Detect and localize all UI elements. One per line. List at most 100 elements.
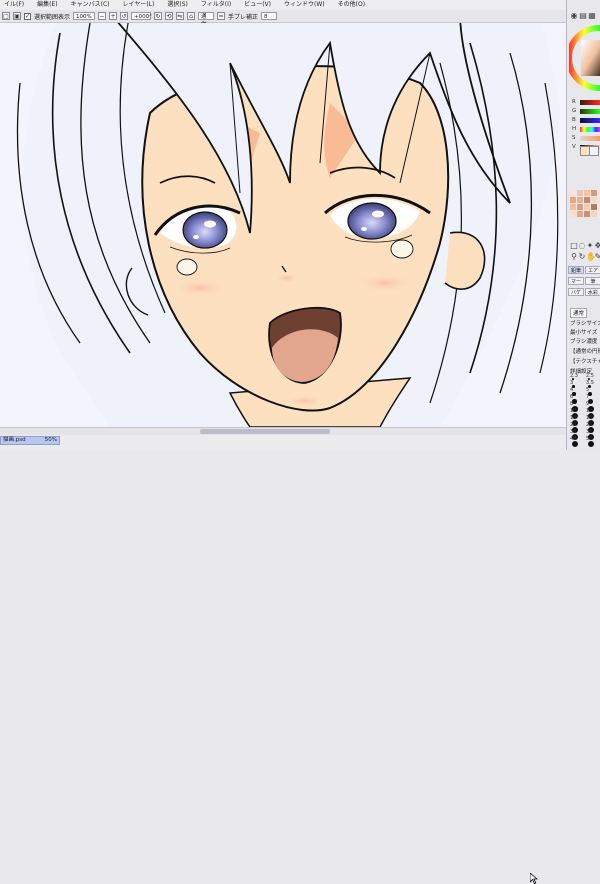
document-tab[interactable]: 描画.psd 50% [0,436,60,445]
brush-tool-tab[interactable]: 筆 [585,277,600,285]
color-slider-row[interactable]: R [567,99,600,106]
menu-item[interactable]: ビュー(V) [244,0,271,10]
menu-item[interactable]: その他(O) [338,0,365,10]
select-rect-icon[interactable]: □ [570,242,578,250]
palette-swatch[interactable] [591,190,597,196]
brush-size-label: ブラシサイズ [570,321,600,327]
zoom-out-icon[interactable]: − [98,12,107,20]
eyedropper-icon[interactable]: ✎ [594,253,600,261]
palette-swatch[interactable] [591,211,597,217]
flip-horizontal-icon[interactable]: ⇋ [176,12,185,20]
color-slider-icon[interactable]: ▤ [579,12,587,20]
color-slider-track[interactable] [580,127,600,132]
palette-swatch[interactable] [591,197,597,203]
stabilizer-icon[interactable]: ≈ [217,12,226,20]
color-slider-letter: B [572,117,576,123]
palette-swatch[interactable] [570,211,576,217]
brush-size-label: 5 [586,387,590,393]
palette-swatch[interactable] [584,204,590,210]
brush-tool-tab[interactable]: エアブラシ [585,266,600,274]
color-slider-letter: H [572,126,577,132]
brush-size-label: 50 [586,436,593,442]
menu-item[interactable]: 選択(S) [167,0,188,10]
no-texture-label[interactable]: 【テクスチャなし】 [570,357,600,365]
palette-swatch[interactable] [577,190,583,196]
palette-swatch[interactable] [570,197,576,203]
selection-display-label: 選択範囲表示 [34,13,71,21]
normal-circle-label[interactable]: 【通常の円形】 [570,347,600,355]
zoom-field[interactable]: 100% [73,12,96,20]
brush-size-label: 16 [586,415,593,421]
zoom-in-icon[interactable]: + [109,12,118,20]
palette-swatch[interactable] [570,190,576,196]
brush-size-label: 6 [570,394,574,400]
brush-tool-tab[interactable]: バケツ [568,288,584,296]
brush-size-label: 4 [570,387,574,393]
brush-size-label: 10 [570,408,577,414]
palette-swatch[interactable] [577,211,583,217]
color-slider-row[interactable]: H [567,126,600,133]
document-tab-zoom: 50% [44,437,57,443]
brush-size-label: 9 [586,401,590,407]
reset-view-icon[interactable]: ⌂ [187,12,196,20]
move-icon[interactable]: ✥ [594,242,600,250]
magic-wand-icon[interactable]: ✦ [586,242,594,250]
toolbar: □ ▣ ✓ 選択範囲表示 100% − + ↺ +000° ↻ ⟲ ⇋ ⌂ 通常… [0,10,566,28]
color-slider-track[interactable] [580,136,600,141]
menu-item[interactable]: ウィンドウ(W) [284,0,325,10]
color-slider-row[interactable]: S [567,135,600,142]
blend-mode-label[interactable]: 通常 [570,308,588,318]
brush-density-label: ブラシ濃度 [570,339,598,345]
color-slider-letter: G [572,108,577,114]
brush-tool-tab[interactable]: 鉛筆 [568,266,584,274]
color-slider-row[interactable]: B [567,117,600,124]
blend-mode-field[interactable]: 通常 [198,12,215,28]
color-slider-track[interactable] [580,100,600,105]
brush-size-label: 20 [570,422,577,428]
hand-icon[interactable]: ✋ [586,253,596,261]
invert-selection-icon[interactable]: ▣ [13,12,21,20]
scrollbar-thumb[interactable] [200,429,330,434]
color-slider-letter: R [572,99,576,105]
lasso-icon[interactable]: ◌ [578,242,586,250]
menu-item[interactable]: レイヤー(L) [123,0,155,10]
brush-tool-tab[interactable]: 水彩筆 [585,288,600,296]
reset-rotation-icon[interactable]: ⟲ [165,12,174,20]
drawing-canvas[interactable] [0,23,566,427]
palette-swatch[interactable] [584,197,590,203]
palette-swatch[interactable] [577,204,583,210]
palette-swatch[interactable] [570,204,576,210]
stabilizer-select[interactable]: 8 [261,12,278,20]
rotation-field[interactable]: +000° [131,12,152,20]
rotate-icon[interactable]: ↻ [578,253,586,261]
rotate-left-icon[interactable]: ↺ [120,12,129,20]
menu-item[interactable]: キャンバス(C) [71,0,110,10]
menu-item[interactable]: 編集(E) [37,0,57,10]
zoom-icon[interactable]: ⚲ [570,253,578,261]
color-slider-track[interactable] [580,109,600,114]
deselect-icon[interactable]: □ [2,12,10,20]
status-bar: 描画.psd 50% [0,435,566,884]
menu-item[interactable]: フィルタ(I) [201,0,231,10]
color-wheel[interactable] [569,22,600,94]
hair-swatch[interactable] [589,146,599,156]
brush-tool-tab[interactable]: マーカー [568,277,584,285]
palette-swatch[interactable] [584,211,590,217]
color-slider-row[interactable]: G [567,108,600,115]
brush-size-label: 12 [586,408,593,414]
rotate-right-icon[interactable]: ↻ [154,12,163,20]
palette-swatch[interactable] [584,190,590,196]
color-slider-letter: S [572,135,576,141]
menu-item[interactable]: イル(F) [4,0,24,10]
color-wheel-icon[interactable]: ◉ [570,12,578,20]
color-slider-letter: V [572,144,576,150]
palette-swatch[interactable] [577,197,583,203]
brush-size-label: 2.5 [586,373,594,379]
color-slider-track[interactable] [580,118,600,123]
right-tool-panel: ◉ ▤ ▦ RGBHSV □◌✦✥ ⚲↻✋✎ 鉛筆エアブラシマーカー筆バケツ水彩筆… [566,0,600,450]
min-size-label: 最小サイズ [570,330,598,336]
palette-swatch[interactable] [591,204,597,210]
brush-size-label: 7 [586,394,590,400]
selection-display-checkbox[interactable]: ✓ [24,12,31,20]
palette-icon[interactable]: ▦ [588,12,596,20]
